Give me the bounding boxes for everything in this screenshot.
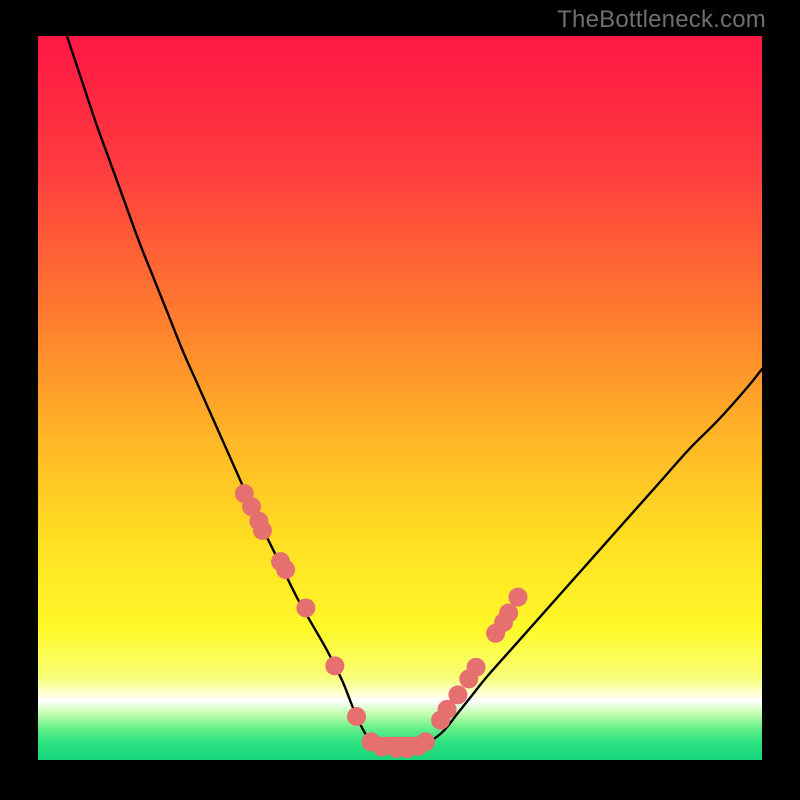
marker-dot [467, 658, 486, 677]
marker-dot [347, 707, 366, 726]
marker-dot [499, 604, 518, 623]
curve-layer [38, 36, 762, 760]
chart-container: TheBottleneck.com [0, 0, 800, 800]
marker-dot [253, 521, 272, 540]
marker-dot [325, 656, 344, 675]
marker-dot [276, 560, 295, 579]
marker-dot [416, 732, 435, 751]
plot-area [38, 36, 762, 760]
bottleneck-curve [67, 36, 762, 749]
marker-dot [296, 598, 315, 617]
marker-group [235, 484, 528, 758]
marker-dot [448, 685, 467, 704]
watermark-text: TheBottleneck.com [557, 6, 766, 34]
marker-dot [509, 588, 528, 607]
